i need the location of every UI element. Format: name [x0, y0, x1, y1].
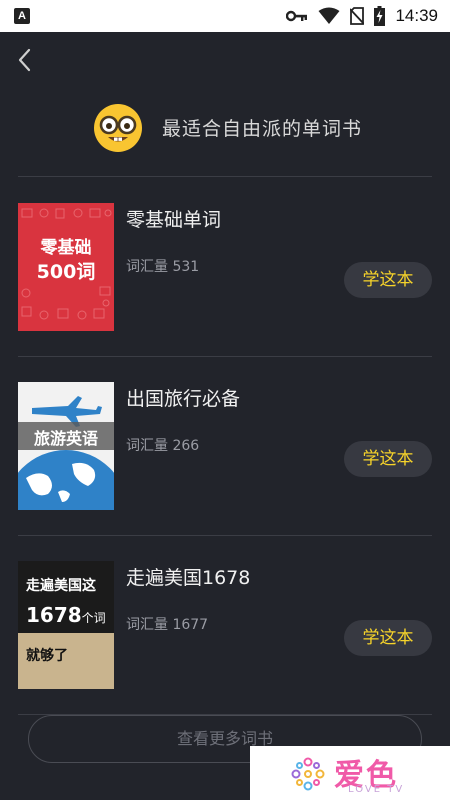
- book-word-count: 词汇量 1677: [126, 617, 209, 633]
- book-title: 走遍美国1678: [126, 567, 251, 589]
- book-word-count: 词汇量 531: [126, 259, 200, 275]
- divider: [18, 176, 432, 177]
- flower-logo-icon: [291, 757, 325, 791]
- study-this-button[interactable]: 学这本: [344, 620, 432, 656]
- cover-title-line2: 500词: [36, 261, 96, 283]
- cover-title-line1: 零基础: [40, 238, 92, 258]
- book-cover-beginner[interactable]: 零基础 500词: [18, 203, 114, 331]
- vpn-key-icon: [286, 10, 308, 22]
- book-title: 出国旅行必备: [126, 388, 241, 410]
- watermark-subtext: LOVE TV: [348, 784, 405, 795]
- book-word-count: 词汇量 266: [126, 438, 200, 454]
- watermark: 爱色 LOVE TV: [250, 746, 450, 800]
- wifi-icon: [318, 7, 340, 24]
- study-this-button[interactable]: 学这本: [344, 262, 432, 298]
- cover-line3: 就够了: [26, 648, 68, 664]
- book-cover-america[interactable]: 走遍美国这 1678个词 就够了: [18, 561, 114, 689]
- status-bar: A 14:39: [0, 0, 450, 32]
- cover-title: 旅游英语: [33, 429, 98, 448]
- book-cover-travel[interactable]: 旅游英语: [18, 382, 114, 510]
- divider: [18, 535, 432, 536]
- back-arrow-icon[interactable]: [12, 46, 40, 74]
- nerd-face-emoji-icon: [94, 104, 142, 152]
- cover-line2-number: 1678: [26, 603, 82, 627]
- book-title: 零基础单词: [126, 209, 222, 231]
- divider: [18, 356, 432, 357]
- page-title: 最适合自由派的单词书: [162, 118, 363, 140]
- cover-line2-suffix: 个词: [81, 611, 106, 625]
- no-sim-icon: [350, 7, 365, 25]
- status-time: 14:39: [395, 6, 438, 25]
- study-this-button[interactable]: 学这本: [344, 441, 432, 477]
- status-icons: 14:39: [286, 4, 438, 28]
- cover-line2: 1678个词: [26, 603, 106, 627]
- cover-line1: 走遍美国这: [26, 578, 96, 594]
- battery-charging-icon: [374, 6, 386, 26]
- app-notification-icon: A: [14, 8, 30, 24]
